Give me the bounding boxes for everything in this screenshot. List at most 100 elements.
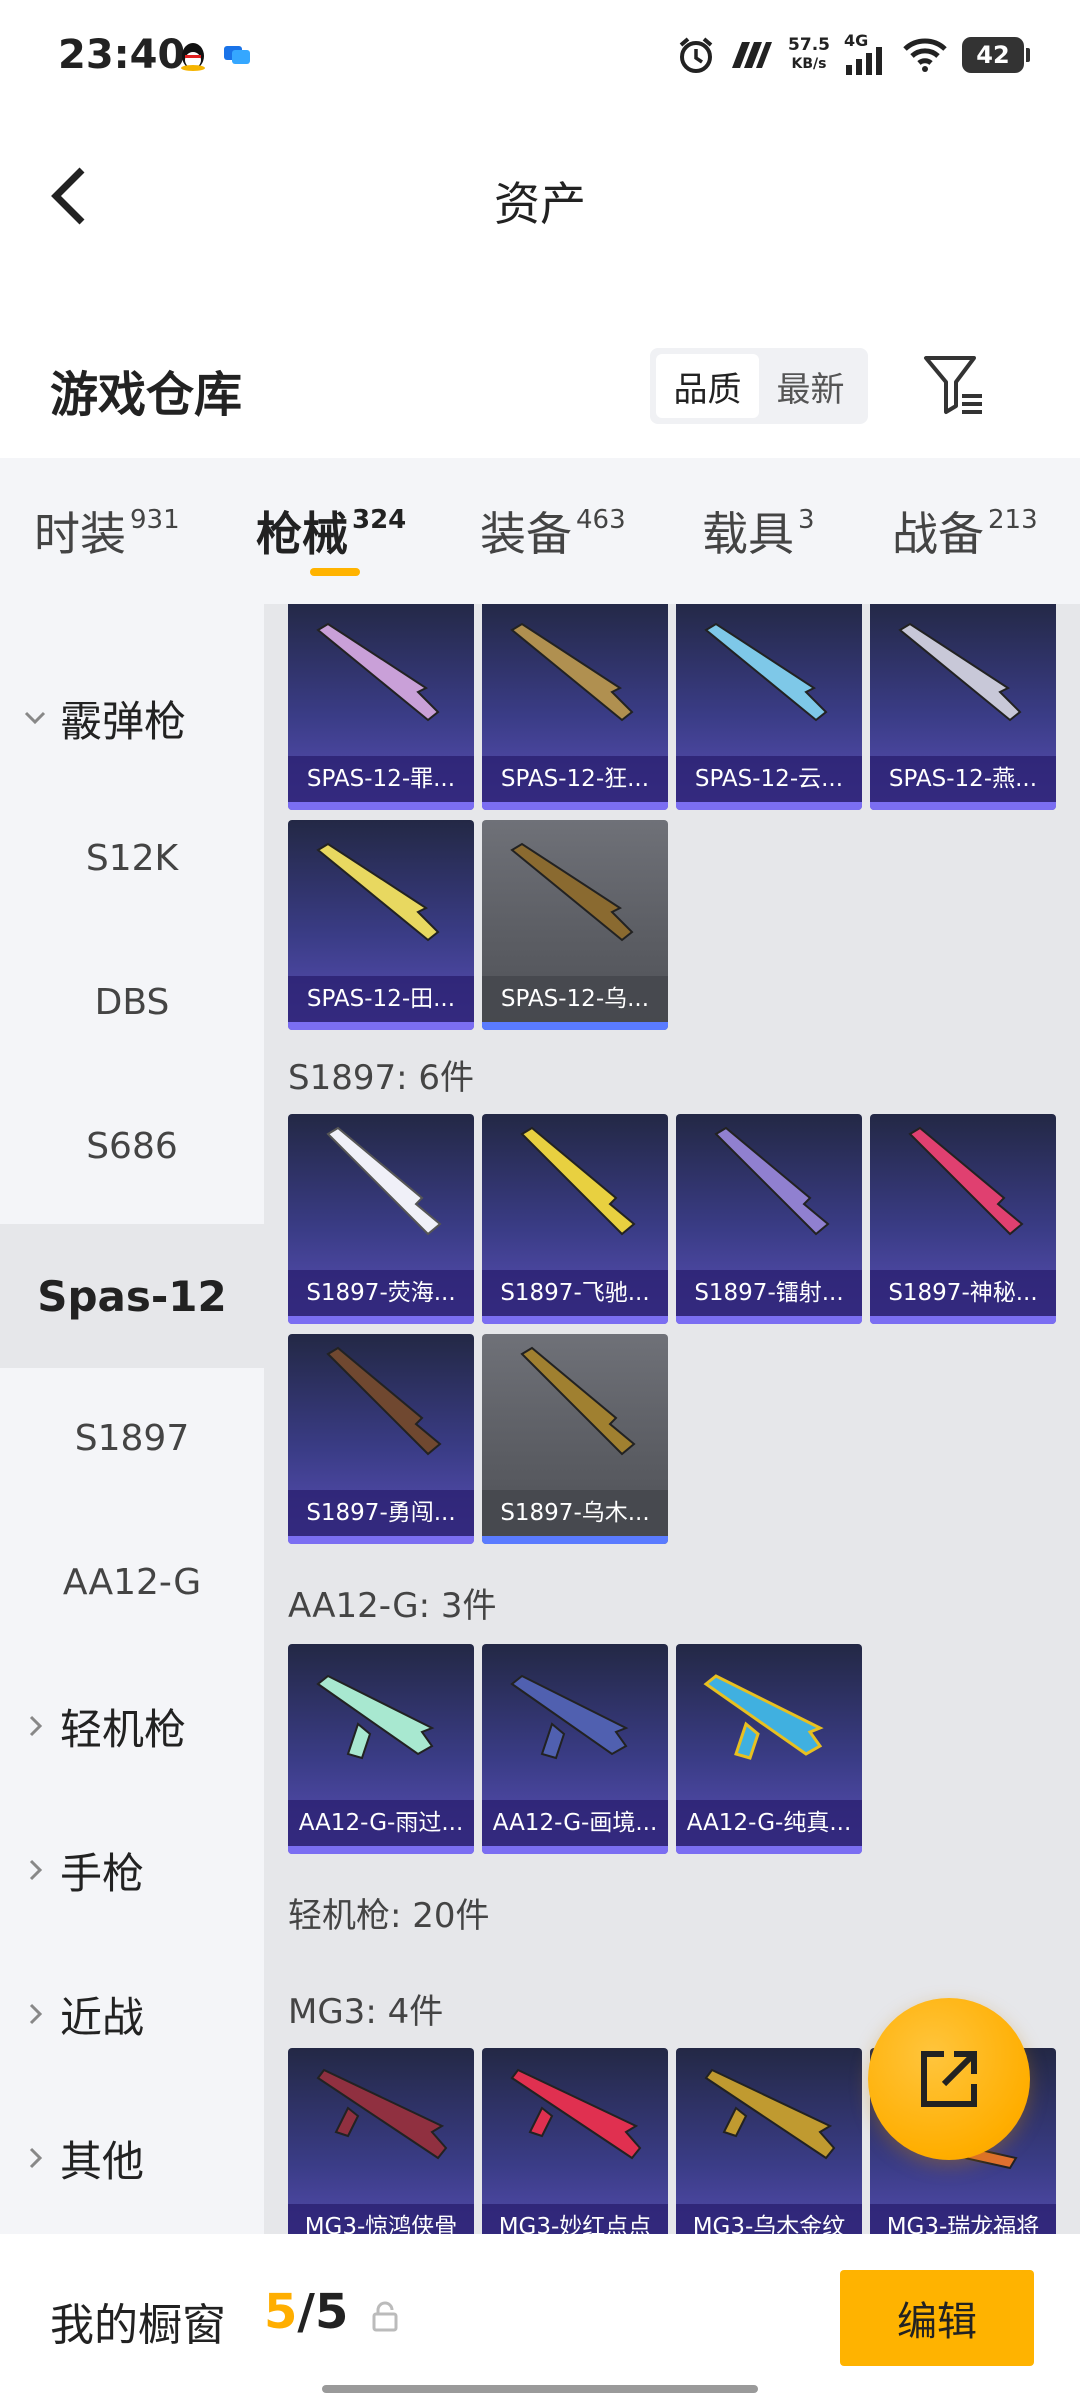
- weapon-card-label: S1897-镭射...: [676, 1270, 862, 1316]
- qq-icon: [176, 38, 210, 72]
- chevron-right-icon: [29, 1715, 43, 1737]
- shotgun-skin-icon: [520, 1126, 636, 1236]
- rarity-strip: [676, 1316, 862, 1324]
- active-tab-indicator: [310, 568, 360, 576]
- weapon-card[interactable]: SPAS-12-云...: [676, 604, 862, 810]
- rarity-strip: [870, 1316, 1056, 1324]
- group-heading-aa12g: AA12-G: 3件: [288, 1586, 497, 1626]
- rarity-strip: [288, 1846, 474, 1854]
- sidebar-item-melee[interactable]: 近战: [0, 1944, 264, 2084]
- weapon-card[interactable]: S1897-荧海...: [288, 1114, 474, 1324]
- sidebar-item-aa12g[interactable]: AA12-G: [0, 1512, 264, 1652]
- weapon-card[interactable]: SPAS-12-田...: [288, 820, 474, 1030]
- sidebar-item-s12k[interactable]: S12K: [0, 788, 264, 928]
- share-external-icon: [921, 2051, 977, 2107]
- weapon-card-label: S1897-神秘...: [870, 1270, 1056, 1316]
- status-right: 57.5 KB/s 4G 42: [676, 30, 1030, 80]
- weapon-sidebar: 霰弹枪 S12K DBS S686 Spas-12 S1897 AA12-G 轻…: [0, 604, 264, 2234]
- rarity-strip: [870, 802, 1056, 810]
- shotgun-skin-icon: [316, 622, 440, 722]
- rarity-strip: [288, 1316, 474, 1324]
- shotgun-skin-icon: [704, 622, 828, 722]
- cell-signal-icon: 4G: [844, 31, 888, 75]
- tab-supplies[interactable]: 战备 213: [892, 498, 1038, 564]
- rarity-strip: [482, 1022, 668, 1030]
- chevron-right-icon: [29, 2147, 43, 2169]
- weapon-card[interactable]: SPAS-12-乌...: [482, 820, 668, 1030]
- weapon-card-label: MG3-惊鸿侠骨: [288, 2204, 474, 2234]
- weapon-card[interactable]: S1897-勇闯...: [288, 1334, 474, 1544]
- weapon-card[interactable]: MG3-惊鸿侠骨: [288, 2048, 474, 2234]
- weapon-card-label: MG3-妙红点点: [482, 2204, 668, 2234]
- page-title: 资产: [494, 177, 586, 231]
- showcase-label: 我的橱窗: [50, 2300, 226, 2351]
- weapon-card-label: SPAS-12-狂...: [482, 756, 668, 802]
- status-bar: 23:40 57.5 KB/s 4G 42: [0, 0, 1080, 110]
- sort-latest-button[interactable]: 最新: [759, 354, 862, 418]
- weapon-card-label: MG3-瑞龙福将: [870, 2204, 1056, 2234]
- weapon-card-label: AA12-G-纯真...: [676, 1800, 862, 1846]
- rifle-skin-icon: [316, 1674, 435, 1760]
- weapon-card[interactable]: AA12-G-纯真...: [676, 1644, 862, 1854]
- sidebar-item-lmg[interactable]: 轻机枪: [0, 1656, 264, 1796]
- shotgun-skin-icon: [520, 1346, 636, 1456]
- home-indicator[interactable]: [322, 2385, 758, 2393]
- weapon-card[interactable]: S1897-镭射...: [676, 1114, 862, 1324]
- weapon-card[interactable]: SPAS-12-狂...: [482, 604, 668, 810]
- tab-vehicles[interactable]: 载具 3: [702, 498, 815, 564]
- network-speed: 57.5 KB/s: [788, 35, 830, 73]
- sidebar-item-s1897[interactable]: S1897: [0, 1368, 264, 1508]
- weapon-card-label: AA12-G-画境...: [482, 1800, 668, 1846]
- sidebar-item-spas12[interactable]: Spas-12: [0, 1224, 264, 1368]
- shotgun-skin-icon: [510, 622, 634, 722]
- sidebar-item-s686[interactable]: S686: [0, 1076, 264, 1216]
- weapon-card-label: SPAS-12-燕...: [870, 756, 1056, 802]
- weapon-card-label: SPAS-12-乌...: [482, 976, 668, 1022]
- weapon-card-label: S1897-勇闯...: [288, 1490, 474, 1536]
- rarity-strip: [482, 802, 668, 810]
- shotgun-skin-icon: [908, 1126, 1024, 1236]
- group-heading-s1897: S1897: 6件: [288, 1058, 475, 1098]
- showcase-bar: 我的橱窗 5/5 编辑: [0, 2234, 1080, 2400]
- weapon-card[interactable]: AA12-G-画境...: [482, 1644, 668, 1854]
- sidebar-item-shotgun[interactable]: 霰弹枪: [0, 648, 264, 788]
- chevron-down-icon: [24, 711, 46, 725]
- filter-icon: [924, 356, 982, 414]
- assets-page: 23:40 57.5 KB/s 4G 42 资产 游戏仓库 品质 最新 时装 9…: [0, 0, 1080, 2400]
- shotgun-skin-icon: [898, 622, 1022, 722]
- rarity-strip: [482, 1536, 668, 1544]
- weapon-card[interactable]: SPAS-12-燕...: [870, 604, 1056, 810]
- rarity-strip: [482, 1846, 668, 1854]
- category-tabs: 时装 931 枪械 324 装备 463 载具 3 战备 213: [0, 458, 1080, 604]
- filter-button[interactable]: [920, 352, 988, 418]
- edit-button[interactable]: 编辑: [840, 2270, 1034, 2366]
- tab-weapons[interactable]: 枪械 324: [256, 498, 406, 564]
- sidebar-item-pistol[interactable]: 手枪: [0, 1800, 264, 1940]
- chevron-right-icon: [29, 1859, 43, 1881]
- tab-equipment[interactable]: 装备 463: [480, 498, 626, 564]
- group-heading-lmg: 轻机枪: 20件: [288, 1896, 490, 1936]
- sidebar-item-other[interactable]: 其他: [0, 2088, 264, 2228]
- shotgun-skin-icon: [510, 842, 634, 942]
- showcase-count: 5/5: [264, 2284, 349, 2340]
- weapon-card-label: S1897-飞驰...: [482, 1270, 668, 1316]
- weapon-card-label: SPAS-12-田...: [288, 976, 474, 1022]
- weapon-card[interactable]: AA12-G-雨过...: [288, 1644, 474, 1854]
- status-time: 23:40: [58, 32, 186, 78]
- weapon-card[interactable]: MG3-妙红点点: [482, 2048, 668, 2234]
- app-notification-icon: [220, 38, 254, 72]
- weapon-card[interactable]: SPAS-12-罪...: [288, 604, 474, 810]
- weapon-card-label: S1897-乌木...: [482, 1490, 668, 1536]
- tab-fashion[interactable]: 时装 931: [34, 498, 180, 564]
- weapon-card[interactable]: S1897-乌木...: [482, 1334, 668, 1544]
- warehouse-title: 游戏仓库: [50, 367, 243, 423]
- weapon-card[interactable]: S1897-神秘...: [870, 1114, 1056, 1324]
- share-button[interactable]: [868, 1998, 1030, 2160]
- rarity-strip: [482, 1316, 668, 1324]
- rarity-strip: [288, 802, 474, 810]
- weapon-card-label: S1897-荧海...: [288, 1270, 474, 1316]
- weapon-card[interactable]: S1897-飞驰...: [482, 1114, 668, 1324]
- sidebar-item-dbs[interactable]: DBS: [0, 932, 264, 1072]
- sort-quality-button[interactable]: 品质: [656, 354, 759, 418]
- weapon-card[interactable]: MG3-乌木金纹: [676, 2048, 862, 2234]
